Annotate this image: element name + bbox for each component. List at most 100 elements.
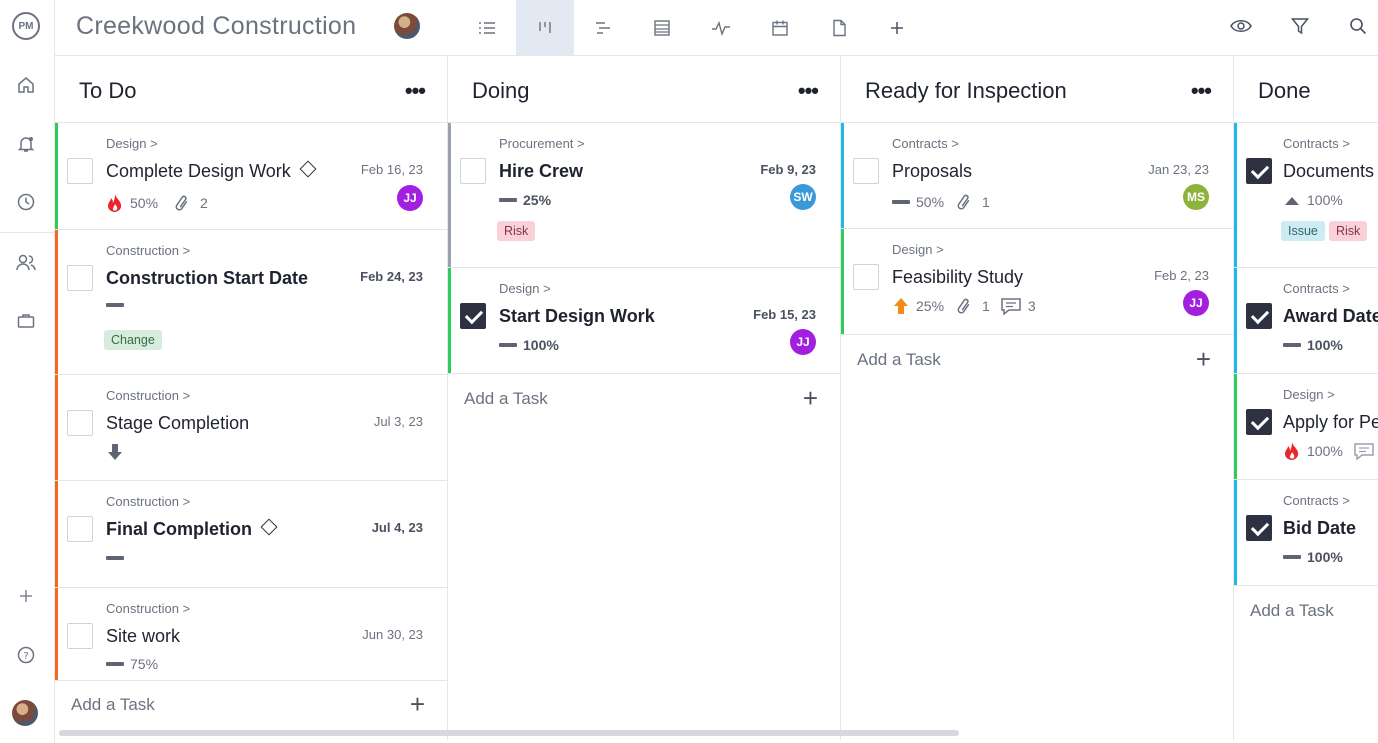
- task-breadcrumb[interactable]: Construction >: [106, 243, 190, 258]
- task-card[interactable]: Design > Start Design Work Feb 15, 23 10…: [448, 268, 840, 374]
- task-card[interactable]: Construction > Construction Start Date F…: [55, 230, 447, 375]
- task-breadcrumb[interactable]: Construction >: [106, 388, 190, 403]
- gantt-view-icon[interactable]: [574, 0, 632, 55]
- home-icon[interactable]: [14, 73, 38, 97]
- assignee-avatar[interactable]: JJ: [1183, 290, 1209, 316]
- add-task-plus-icon[interactable]: +: [410, 691, 425, 717]
- column-menu-button[interactable]: •••: [798, 78, 819, 104]
- eye-icon[interactable]: [1228, 13, 1254, 39]
- filter-icon[interactable]: [1287, 13, 1313, 39]
- task-name[interactable]: Start Design Work: [499, 306, 655, 327]
- task-card[interactable]: Contracts > Documents 100% Issue Risk: [1234, 123, 1378, 268]
- task-name[interactable]: Feasibility Study: [892, 267, 1023, 288]
- add-task-label[interactable]: Add a Task: [1250, 601, 1334, 621]
- assignee-avatar[interactable]: JJ: [397, 185, 423, 211]
- task-breadcrumb[interactable]: Contracts >: [1283, 493, 1350, 508]
- add-task-label[interactable]: Add a Task: [71, 695, 155, 715]
- tag-risk[interactable]: Risk: [497, 221, 536, 241]
- project-owner-avatar[interactable]: [394, 13, 420, 39]
- task-breadcrumb[interactable]: Contracts >: [892, 136, 959, 151]
- task-checkbox[interactable]: [1246, 158, 1272, 184]
- status-bar: [55, 230, 58, 374]
- files-view-icon[interactable]: [810, 0, 868, 55]
- help-icon[interactable]: ?: [14, 643, 38, 667]
- task-card[interactable]: Contracts > Award Date 100%: [1234, 268, 1378, 374]
- task-card[interactable]: Design > Feasibility Study Feb 2, 23 25%…: [841, 229, 1233, 335]
- column-header: Doing •••: [448, 56, 840, 123]
- board-view-icon[interactable]: [516, 0, 574, 55]
- task-card[interactable]: Contracts > Proposals Jan 23, 23 50% 1 M…: [841, 123, 1233, 229]
- task-breadcrumb[interactable]: Construction >: [106, 601, 190, 616]
- add-task-plus-icon[interactable]: +: [1196, 346, 1211, 372]
- task-checkbox[interactable]: [1246, 303, 1272, 329]
- calendar-view-icon[interactable]: [751, 0, 809, 55]
- dashboard-view-icon[interactable]: [692, 0, 750, 55]
- task-breadcrumb[interactable]: Design >: [892, 242, 944, 257]
- task-name[interactable]: Complete Design Work: [106, 160, 317, 182]
- task-breadcrumb[interactable]: Design >: [499, 281, 551, 296]
- task-name[interactable]: Final Completion: [106, 518, 278, 540]
- task-checkbox[interactable]: [67, 516, 93, 542]
- task-checkbox[interactable]: [460, 303, 486, 329]
- task-breadcrumb[interactable]: Construction >: [106, 494, 190, 509]
- people-icon[interactable]: [14, 251, 38, 275]
- task-breadcrumb[interactable]: Procurement >: [499, 136, 585, 151]
- assignee-avatar[interactable]: MS: [1183, 184, 1209, 210]
- task-card[interactable]: Design > Complete Design Work Feb 16, 23…: [55, 123, 447, 230]
- list-view-icon[interactable]: [458, 0, 516, 55]
- task-card[interactable]: Procurement > Hire Crew Feb 9, 23 25% SW…: [448, 123, 840, 268]
- task-checkbox[interactable]: [67, 158, 93, 184]
- task-name[interactable]: Documents: [1283, 161, 1374, 182]
- add-task-label[interactable]: Add a Task: [464, 389, 548, 409]
- task-checkbox[interactable]: [67, 265, 93, 291]
- task-breadcrumb[interactable]: Design >: [106, 136, 158, 151]
- task-name[interactable]: Apply for Pe: [1283, 412, 1378, 433]
- sheet-view-icon[interactable]: [633, 0, 691, 55]
- task-breadcrumb[interactable]: Contracts >: [1283, 281, 1350, 296]
- task-card[interactable]: Contracts > Bid Date 100%: [1234, 480, 1378, 586]
- task-checkbox[interactable]: [1246, 409, 1272, 435]
- plus-icon[interactable]: [14, 584, 38, 608]
- task-card[interactable]: Design > Apply for Pe 100%: [1234, 374, 1378, 480]
- task-name[interactable]: Bid Date: [1283, 518, 1356, 539]
- task-card[interactable]: Construction > Site work Jun 30, 23 75%: [55, 588, 447, 681]
- task-card[interactable]: Construction > Stage Completion Jul 3, 2…: [55, 375, 447, 481]
- task-checkbox[interactable]: [67, 410, 93, 436]
- task-card[interactable]: Construction > Final Completion Jul 4, 2…: [55, 481, 447, 588]
- assignee-avatar[interactable]: JJ: [790, 329, 816, 355]
- add-task-row[interactable]: Add a Task +: [448, 374, 840, 432]
- column-menu-button[interactable]: •••: [1191, 78, 1212, 104]
- task-name[interactable]: Hire Crew: [499, 161, 583, 182]
- notifications-icon[interactable]: [14, 132, 38, 156]
- horizontal-scrollbar[interactable]: [59, 730, 959, 736]
- task-checkbox[interactable]: [460, 158, 486, 184]
- task-name[interactable]: Site work: [106, 626, 180, 647]
- assignee-avatar[interactable]: SW: [790, 184, 816, 210]
- task-checkbox[interactable]: [853, 158, 879, 184]
- task-name[interactable]: Stage Completion: [106, 413, 249, 434]
- add-task-label[interactable]: Add a Task: [857, 350, 941, 370]
- task-checkbox[interactable]: [853, 264, 879, 290]
- user-avatar[interactable]: [12, 700, 38, 726]
- task-name[interactable]: Construction Start Date: [106, 268, 308, 289]
- task-breadcrumb[interactable]: Contracts >: [1283, 136, 1350, 151]
- task-checkbox[interactable]: [67, 623, 93, 649]
- column-menu-button[interactable]: •••: [405, 78, 426, 104]
- tag-issue[interactable]: Issue: [1281, 221, 1325, 241]
- svg-text:?: ?: [23, 651, 28, 662]
- tag-risk[interactable]: Risk: [1329, 221, 1368, 241]
- search-icon[interactable]: [1345, 13, 1371, 39]
- task-name[interactable]: Award Date: [1283, 306, 1378, 327]
- add-task-plus-icon[interactable]: +: [803, 385, 818, 411]
- task-name[interactable]: Proposals: [892, 161, 972, 182]
- add-view-icon[interactable]: [868, 0, 926, 55]
- briefcase-icon[interactable]: [14, 309, 38, 333]
- add-task-row[interactable]: Add a Task: [1234, 586, 1378, 644]
- add-task-row[interactable]: Add a Task +: [841, 335, 1233, 393]
- task-due-date: Jun 30, 23: [362, 627, 423, 642]
- task-breadcrumb[interactable]: Design >: [1283, 387, 1335, 402]
- tag-change[interactable]: Change: [104, 330, 162, 350]
- pm-logo[interactable]: PM: [12, 12, 40, 40]
- task-checkbox[interactable]: [1246, 515, 1272, 541]
- clock-icon[interactable]: [14, 190, 38, 214]
